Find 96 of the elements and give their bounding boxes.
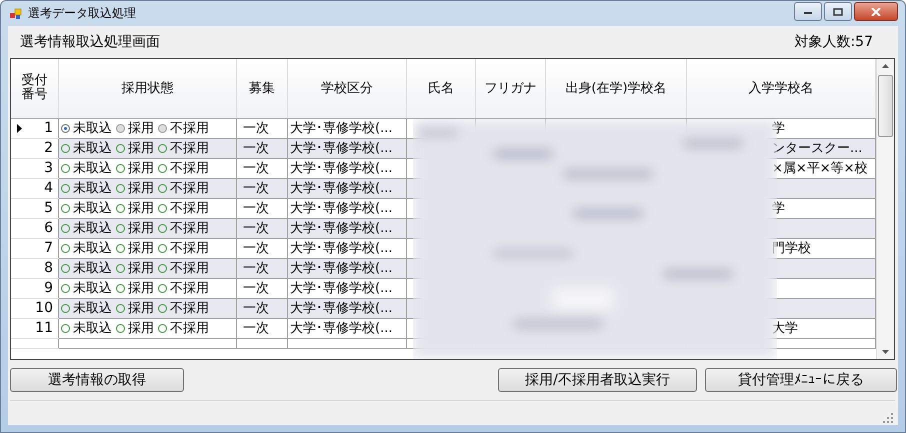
radio-option[interactable]: 不採用 <box>158 279 209 297</box>
radio-option[interactable]: 未取込 <box>61 139 112 157</box>
table-cell: 一次 <box>243 181 269 196</box>
radio-option[interactable]: 採用 <box>116 319 154 337</box>
maximize-button[interactable] <box>824 2 852 21</box>
radio-option[interactable]: 未取込 <box>61 279 112 297</box>
table-cell: 大学･専修学校(... <box>290 281 392 296</box>
radio-option[interactable]: 不採用 <box>158 119 209 137</box>
radio-option[interactable]: 不採用 <box>158 259 209 277</box>
minimize-button[interactable] <box>794 2 822 21</box>
column-header[interactable]: 採用状態 <box>122 81 174 96</box>
screen-heading: 選考情報取込処理画面 <box>20 33 160 51</box>
radio-option[interactable]: 採用 <box>116 159 154 177</box>
radio-option[interactable]: 未取込 <box>61 299 112 317</box>
table-cell: 一次 <box>243 121 269 136</box>
radio-option[interactable]: 不採用 <box>158 199 209 217</box>
table-cell: 大学･専修学校(... <box>290 121 392 136</box>
column-header[interactable]: 氏名 <box>428 81 454 96</box>
radio-option[interactable]: 不採用 <box>158 219 209 237</box>
table-cell: 大学･専修学校(... <box>290 201 392 216</box>
radio-option[interactable]: 不採用 <box>158 299 209 317</box>
radio-option[interactable]: 採用 <box>116 299 154 317</box>
table-cell: 一次 <box>243 301 269 316</box>
row-number: 1 <box>44 120 54 136</box>
action-button[interactable]: 貸付管理ﾒﾆｭｰに戻る <box>705 368 897 392</box>
radio-option[interactable]: 採用 <box>116 199 154 217</box>
scroll-down-icon[interactable] <box>881 349 890 355</box>
table-cell: 大学･専修学校(... <box>290 161 392 176</box>
radio-option[interactable]: 未取込 <box>61 119 112 137</box>
column-header[interactable]: 学校区分 <box>321 81 373 96</box>
radio-option[interactable]: 不採用 <box>158 239 209 257</box>
table-cell: 大学･専修学校(... <box>290 261 392 276</box>
row-number: 7 <box>44 240 54 256</box>
radio-option[interactable]: 採用 <box>116 259 154 277</box>
radio-option[interactable]: 採用 <box>116 219 154 237</box>
window-title: 選考データ取込処理 <box>28 5 136 22</box>
row-number: 4 <box>44 180 54 196</box>
radio-option[interactable]: 不採用 <box>158 139 209 157</box>
vertical-scrollbar[interactable] <box>876 59 894 359</box>
radio-option[interactable]: 採用 <box>116 119 154 137</box>
table-cell: 大学･専修学校(... <box>290 301 392 316</box>
radio-option[interactable]: 採用 <box>116 179 154 197</box>
table-cell: 一次 <box>243 201 269 216</box>
table-cell: ×属×平×等×校 <box>772 161 868 176</box>
radio-option[interactable]: 不採用 <box>158 179 209 197</box>
maximize-icon <box>833 8 843 16</box>
radio-option[interactable]: 採用 <box>116 239 154 257</box>
table-cell: 大学･専修学校(... <box>290 321 392 336</box>
radio-option[interactable]: 未取込 <box>61 179 112 197</box>
column-header[interactable]: 入学学校名 <box>748 81 814 96</box>
row-number: 6 <box>44 220 54 236</box>
radio-option[interactable]: 未取込 <box>61 159 112 177</box>
table-cell: 一次 <box>243 221 269 236</box>
resize-grip-icon[interactable] <box>883 413 893 423</box>
radio-option[interactable]: 不採用 <box>158 319 209 337</box>
row-number: 9 <box>44 280 54 296</box>
radio-option[interactable]: 不採用 <box>158 159 209 177</box>
action-button[interactable]: 採用/不採用者取込実行 <box>498 368 697 392</box>
table-cell: ンタースクー... <box>772 141 862 156</box>
table-cell: 門学校 <box>772 241 811 256</box>
table-cell: 一次 <box>243 241 269 256</box>
target-count: 対象人数:57 <box>794 33 873 51</box>
row-number: 10 <box>35 300 54 316</box>
table-cell: 大学･専修学校(... <box>290 221 392 236</box>
table-cell: 学 <box>772 121 785 136</box>
radio-option[interactable]: 未取込 <box>61 199 112 217</box>
radio-option[interactable]: 採用 <box>116 279 154 297</box>
column-header[interactable]: フリガナ <box>484 81 536 96</box>
table-cell: 一次 <box>243 321 269 336</box>
radio-option[interactable]: 未取込 <box>61 319 112 337</box>
table-cell: 大学 <box>772 321 798 336</box>
row-number: 5 <box>44 200 54 216</box>
radio-option[interactable]: 採用 <box>116 139 154 157</box>
table-cell: 大学･専修学校(... <box>290 181 392 196</box>
table-cell: 一次 <box>243 281 269 296</box>
table-cell: 一次 <box>243 261 269 276</box>
close-button[interactable] <box>854 2 898 21</box>
column-header[interactable]: 募集 <box>249 81 275 96</box>
radio-option[interactable]: 未取込 <box>61 219 112 237</box>
app-icon <box>10 8 22 20</box>
table-cell: 大学･専修学校(... <box>290 241 392 256</box>
row-number: 8 <box>44 260 54 276</box>
row-number: 11 <box>35 320 54 336</box>
table-cell: 学 <box>772 201 785 216</box>
close-icon <box>871 8 881 16</box>
radio-option[interactable]: 未取込 <box>61 239 112 257</box>
scroll-up-icon[interactable] <box>881 63 890 69</box>
row-number: 2 <box>44 140 54 156</box>
scrollbar-thumb[interactable] <box>878 75 893 137</box>
table-cell: 一次 <box>243 161 269 176</box>
table-cell: 一次 <box>243 141 269 156</box>
row-number: 3 <box>44 160 54 176</box>
radio-option[interactable]: 未取込 <box>61 259 112 277</box>
table-cell: 大学･専修学校(... <box>290 141 392 156</box>
action-button[interactable]: 選考情報の取得 <box>10 368 184 392</box>
column-header[interactable]: 出身(在学)学校名 <box>565 81 667 96</box>
